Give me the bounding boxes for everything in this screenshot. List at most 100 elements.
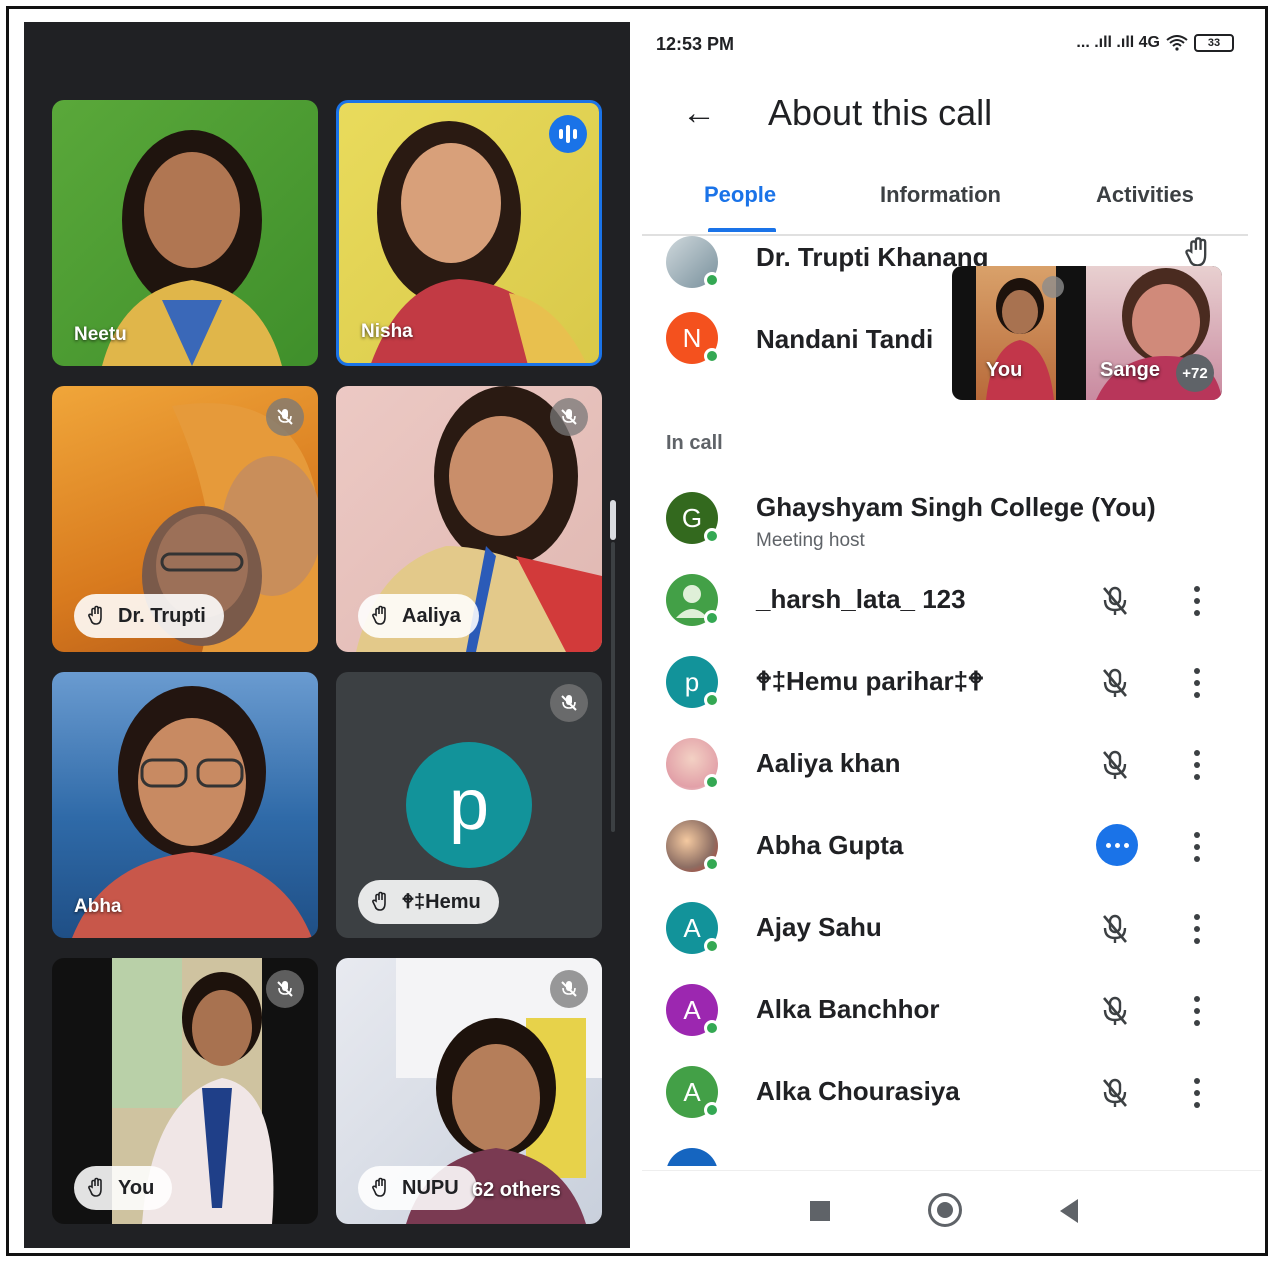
list-item[interactable]: Abha Gupta bbox=[666, 820, 1226, 880]
participant-name: Alka Chourasiya bbox=[756, 1076, 960, 1106]
more-options-icon[interactable] bbox=[1192, 992, 1202, 1030]
list-item[interactable]: A Alka Chourasiya bbox=[666, 1066, 1226, 1126]
raised-hand-icon bbox=[372, 605, 386, 625]
raised-hand-icon bbox=[372, 1177, 386, 1197]
participant-name: _harsh_lata_ 123 bbox=[756, 584, 966, 614]
video-tile-hemu[interactable]: p 🕈‡Hemu bbox=[336, 672, 602, 938]
avatar bbox=[666, 236, 720, 288]
video-tile-abha[interactable]: Abha bbox=[52, 672, 318, 938]
raised-hand-icon bbox=[88, 1177, 102, 1197]
list-item[interactable]: A Ajay Sahu bbox=[666, 902, 1226, 962]
mic-off-icon[interactable] bbox=[1096, 1074, 1134, 1112]
speaking-indicator-icon bbox=[1096, 824, 1138, 866]
tab-bar: People Information Activities bbox=[642, 172, 1248, 236]
avatar bbox=[666, 738, 720, 790]
video-tile-you[interactable]: You bbox=[52, 958, 318, 1224]
video-tile-nupu-others[interactable]: NUPU 62 others bbox=[336, 958, 602, 1224]
participant-name: Alka Banchhor bbox=[756, 994, 940, 1024]
others-count-label[interactable]: 62 others bbox=[472, 1179, 561, 1202]
meet-video-grid: Neetu Nisha Dr. Trupti Aaliya Abha p 🕈‡H… bbox=[24, 22, 630, 1248]
more-options-icon[interactable] bbox=[1192, 746, 1202, 784]
speaking-indicator-icon bbox=[549, 115, 587, 153]
raised-hand-icon bbox=[1185, 237, 1207, 267]
scrollbar-thumb[interactable] bbox=[610, 500, 616, 540]
more-options-icon[interactable] bbox=[1192, 582, 1202, 620]
tile-name-label: NUPU bbox=[402, 1176, 459, 1199]
mic-off-icon bbox=[1042, 276, 1064, 298]
tile-name-label: Nisha bbox=[361, 321, 413, 342]
scrollbar-track[interactable] bbox=[611, 542, 615, 832]
video-tile-aaliya[interactable]: Aaliya bbox=[336, 386, 602, 652]
mic-off-icon[interactable] bbox=[1096, 664, 1134, 702]
participant-name-chip: You bbox=[74, 1166, 173, 1210]
avatar bbox=[666, 820, 720, 872]
participant-name: 🕈‡Hemu parihar‡🕈 bbox=[756, 666, 984, 696]
mic-off-icon bbox=[266, 970, 304, 1008]
back-arrow-icon[interactable]: ← bbox=[682, 94, 716, 133]
mic-off-icon[interactable] bbox=[1096, 910, 1134, 948]
page-title: About this call bbox=[768, 92, 993, 133]
mic-off-icon[interactable] bbox=[1096, 992, 1134, 1030]
list-item-partial bbox=[666, 1148, 718, 1166]
tile-name-label: Abha bbox=[74, 896, 122, 917]
avatar: A bbox=[666, 1066, 720, 1118]
participant-name: Aaliya khan bbox=[756, 748, 901, 778]
avatar: G bbox=[666, 492, 720, 544]
more-options-icon[interactable] bbox=[1192, 828, 1202, 866]
avatar: p bbox=[666, 656, 720, 708]
more-options-icon[interactable] bbox=[1192, 1074, 1202, 1112]
pip-speaker-label: Sange bbox=[1100, 359, 1161, 381]
recents-button[interactable] bbox=[810, 1201, 830, 1221]
participant-name-chip: 🕈‡Hemu bbox=[358, 880, 499, 924]
back-button[interactable] bbox=[1060, 1199, 1078, 1223]
pip-self-label: You bbox=[986, 359, 1023, 381]
tile-name-label: Dr. Trupti bbox=[118, 604, 206, 627]
list-item[interactable]: _harsh_lata_ 123 bbox=[666, 574, 1226, 634]
list-item[interactable]: p 🕈‡Hemu parihar‡🕈 bbox=[666, 656, 1226, 716]
avatar: A bbox=[666, 984, 720, 1036]
list-item[interactable]: A Alka Banchhor bbox=[666, 984, 1226, 1044]
participant-role: Meeting host bbox=[756, 530, 865, 551]
list-item[interactable]: G Ghayshyam Singh College (You) Meeting … bbox=[666, 492, 1226, 552]
mic-off-icon bbox=[266, 398, 304, 436]
raised-hand-icon bbox=[88, 605, 102, 625]
video-tile-nisha[interactable]: Nisha bbox=[336, 100, 602, 366]
participant-name-chip: NUPU bbox=[358, 1166, 477, 1210]
mic-off-icon bbox=[550, 684, 588, 722]
participant-name: Ajay Sahu bbox=[756, 912, 882, 942]
participant-name-chip: Aaliya bbox=[358, 594, 479, 638]
more-options-icon[interactable] bbox=[1192, 910, 1202, 948]
participant-name: Nandani Tandi bbox=[756, 324, 934, 354]
raised-hand-icon bbox=[372, 891, 386, 911]
tile-name-label: You bbox=[118, 1176, 155, 1199]
avatar: N bbox=[666, 312, 720, 364]
battery-icon: 33 bbox=[1194, 34, 1234, 52]
signal-icon: ... .ıll .ıll 4G bbox=[1076, 34, 1160, 51]
tab-information[interactable]: Information bbox=[880, 182, 1001, 208]
tab-activities[interactable]: Activities bbox=[1096, 182, 1194, 208]
avatar: A bbox=[666, 902, 720, 954]
video-tile-dr-trupti[interactable]: Dr. Trupti bbox=[52, 386, 318, 652]
section-in-call: In call bbox=[666, 432, 723, 454]
avatar bbox=[666, 574, 720, 626]
mic-off-icon[interactable] bbox=[1096, 582, 1134, 620]
active-tab-indicator bbox=[708, 228, 776, 232]
status-bar-icons: ... .ıll .ıll 4G 33 bbox=[1076, 34, 1234, 52]
wifi-icon bbox=[1166, 35, 1188, 51]
tile-name-label: Aaliya bbox=[402, 604, 461, 627]
status-time: 12:53 PM bbox=[656, 34, 735, 54]
mic-off-icon bbox=[550, 970, 588, 1008]
pip-speaker-view: Sange +72 bbox=[1086, 266, 1222, 400]
tab-people[interactable]: People bbox=[704, 182, 776, 208]
tile-name-label: Neetu bbox=[74, 324, 127, 345]
participant-name-chip: Dr. Trupti bbox=[74, 594, 224, 638]
participant-name: Abha Gupta bbox=[756, 830, 904, 860]
picture-in-picture[interactable]: You Sange +72 bbox=[952, 266, 1222, 400]
mic-off-icon bbox=[550, 398, 588, 436]
home-button[interactable] bbox=[928, 1193, 962, 1227]
list-item[interactable]: Aaliya khan bbox=[666, 738, 1226, 798]
more-options-icon[interactable] bbox=[1192, 664, 1202, 702]
about-call-screen: 12:53 PM ... .ıll .ıll 4G 33 ← About thi… bbox=[642, 22, 1262, 1248]
video-tile-neetu[interactable]: Neetu bbox=[52, 100, 318, 366]
mic-off-icon[interactable] bbox=[1096, 746, 1134, 784]
